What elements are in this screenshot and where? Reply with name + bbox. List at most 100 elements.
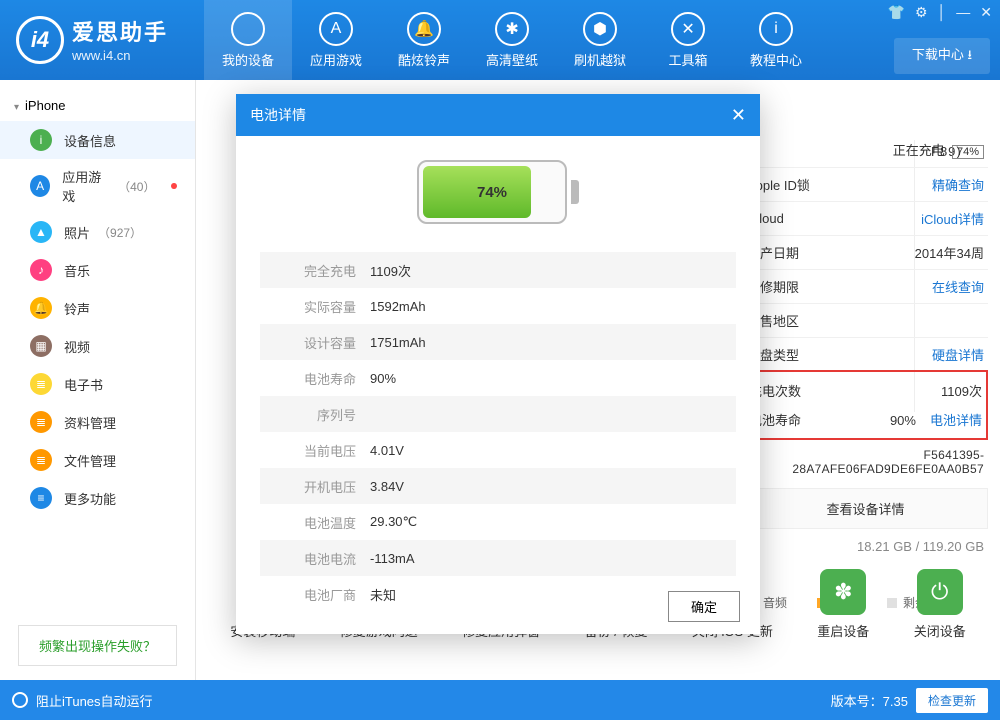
battery-row-label: 电池厂商 (260, 585, 370, 604)
notify-dot-icon (171, 183, 177, 189)
modal-title: 电池详情 (250, 105, 306, 125)
sidebar-item-应用游戏[interactable]: A 应用游戏 （40） (0, 159, 195, 213)
help-link[interactable]: 频繁出现操作失败？ (18, 625, 177, 666)
battery-visual: 74% (236, 136, 760, 248)
battery-row: 开机电压3.84V (260, 468, 736, 504)
settings-icon[interactable]: ⚙ (915, 4, 928, 21)
nav-icon (231, 12, 265, 46)
action-关闭设备[interactable]: ⏻ 关闭设备 (914, 569, 966, 640)
download-center-button[interactable]: 下载中心 ⭳ (894, 38, 990, 74)
device-details-button[interactable]: 查看设备详情 (743, 488, 988, 529)
logo-icon: i4 (16, 16, 64, 64)
info-row: Apple ID锁精确查询 (743, 167, 988, 201)
modal-close-icon[interactable]: ✕ (731, 105, 746, 126)
battery-row-label: 电池电流 (260, 549, 370, 568)
nav-label: 刷机越狱 (574, 50, 626, 69)
sidebar-item-铃声[interactable]: 🔔铃声 (0, 289, 195, 327)
nav-label: 高清壁纸 (486, 50, 538, 69)
sidebar-icon: ▲ (30, 221, 52, 243)
sidebar-icon: ≣ (30, 449, 52, 471)
info-value[interactable]: 精确查询 (932, 175, 984, 194)
sidebar-item-更多功能[interactable]: ≡更多功能 (0, 479, 195, 517)
nav-label: 酷炫铃声 (398, 50, 450, 69)
battery-row-value: 3.84V (370, 479, 404, 494)
info-row: 生产日期2014年34周 (743, 235, 988, 269)
battery-row: 完全充电1109次 (260, 252, 736, 288)
info-row: iCloudiCloud详情 (743, 201, 988, 235)
battery-row-value: 4.01V (370, 443, 404, 458)
sidebar-item-设备信息[interactable]: i设备信息 (0, 121, 195, 159)
shirt-icon[interactable]: 👕 (888, 4, 905, 21)
radio-off-icon[interactable] (12, 692, 28, 708)
app-header: i4 爱思助手 www.i4.cn 我的设备 A 应用游戏 🔔酷炫铃声 ✱ 高清壁纸 ⬢刷机… (0, 0, 1000, 80)
battery-row-value: -113mA (370, 551, 415, 566)
nav-我的设备[interactable]: 我的设备 (204, 0, 292, 80)
nav-酷炫铃声[interactable]: 🔔酷炫铃声 (380, 0, 468, 80)
sidebar-item-label: 资料管理 (64, 413, 116, 432)
battery-row-value: 1109次 (370, 261, 411, 280)
battery-row-label: 开机电压 (260, 477, 370, 496)
info-value: 2014年34周 (915, 243, 984, 262)
itunes-block-label[interactable]: 阻止iTunes自动运行 (36, 691, 153, 710)
download-center-label: 下载中心 (912, 47, 964, 62)
battery-row-label: 实际容量 (260, 297, 370, 316)
info-value[interactable]: 硬盘详情 (932, 345, 984, 364)
action-重启设备[interactable]: ✽ 重启设备 (817, 569, 869, 640)
nav-icon: ✱ (495, 12, 529, 46)
nav-应用游戏[interactable]: A 应用游戏 (292, 0, 380, 80)
sidebar-item-label: 应用游戏 (62, 167, 110, 205)
sidebar-item-label: 音乐 (64, 261, 90, 280)
version-label: 版本号： (831, 694, 883, 709)
nav-高清壁纸[interactable]: ✱ 高清壁纸 (468, 0, 556, 80)
device-info-panel: 正在充电 74% Apple ID锁精确查询iCloudiCloud详情生产日期… (743, 140, 988, 611)
nav-icon: ✕ (671, 12, 705, 46)
sidebar-item-资料管理[interactable]: ≣资料管理 (0, 403, 195, 441)
minimize-icon[interactable]: — (956, 4, 970, 21)
battery-row-label: 设计容量 (260, 333, 370, 352)
battery-row: 电池温度29.30℃ (260, 504, 736, 540)
sidebar: iPhone i设备信息 A 应用游戏 （40） ▲ 照片 （927） ♪ 音乐 🔔铃声▦视频≣电… (0, 80, 196, 680)
nav-刷机越狱[interactable]: ⬢刷机越狱 (556, 0, 644, 80)
sidebar-count: （927） (98, 224, 142, 241)
sidebar-icon: ▦ (30, 335, 52, 357)
sidebar-item-照片[interactable]: ▲ 照片 （927） (0, 213, 195, 251)
sidebar-item-电子书[interactable]: ≣电子书 (0, 365, 195, 403)
sidebar-item-视频[interactable]: ▦视频 (0, 327, 195, 365)
battery-row-label: 完全充电 (260, 261, 370, 280)
battery-row: 电池电流-113mA (260, 540, 736, 576)
storage-text: 18.21 GB / 119.20 GB (743, 529, 988, 564)
close-icon[interactable]: ✕ (980, 4, 992, 21)
sidebar-item-文件管理[interactable]: ≣文件管理 (0, 441, 195, 479)
battery-percent: 74% (419, 184, 565, 201)
device-tree-head[interactable]: iPhone (0, 90, 195, 121)
action-tile-icon: ✽ (820, 569, 866, 615)
sidebar-count: （40） (118, 178, 155, 195)
ok-button[interactable]: 确定 (668, 591, 740, 622)
nav-工具箱[interactable]: ✕ 工具箱 (644, 0, 732, 80)
nav-label: 应用游戏 (310, 50, 362, 69)
charging-label: 正在充电 (893, 143, 945, 158)
battery-row: 电池厂商未知 (260, 576, 736, 612)
battery-row-value: 未知 (370, 585, 396, 604)
app-logo: i4 爱思助手 www.i4.cn (0, 15, 184, 65)
nav-icon: A (319, 12, 353, 46)
sidebar-icon: A (30, 175, 50, 197)
battery-row: 电池寿命90% (260, 360, 736, 396)
sidebar-item-label: 铃声 (64, 299, 90, 318)
nav-label: 我的设备 (222, 50, 274, 69)
nav-label: 工具箱 (669, 50, 708, 69)
action-label: 关闭设备 (914, 621, 966, 640)
sidebar-item-label: 照片 (64, 223, 90, 242)
nav-教程中心[interactable]: i教程中心 (732, 0, 820, 80)
info-value[interactable]: 在线查询 (932, 277, 984, 296)
check-update-button[interactable]: 检查更新 (916, 688, 988, 713)
battery-detail-link[interactable]: 电池详情 (930, 413, 982, 428)
battery-highlight-box: 充电次数1109次 电池寿命90%电池详情 (743, 370, 988, 440)
action-label: 重启设备 (817, 621, 869, 640)
info-value[interactable]: iCloud详情 (921, 209, 984, 228)
sidebar-icon: ♪ (30, 259, 52, 281)
battery-row-value: 1751mAh (370, 335, 426, 350)
action-tile-icon: ⏻ (917, 569, 963, 615)
sidebar-icon: i (30, 129, 52, 151)
sidebar-item-音乐[interactable]: ♪ 音乐 (0, 251, 195, 289)
